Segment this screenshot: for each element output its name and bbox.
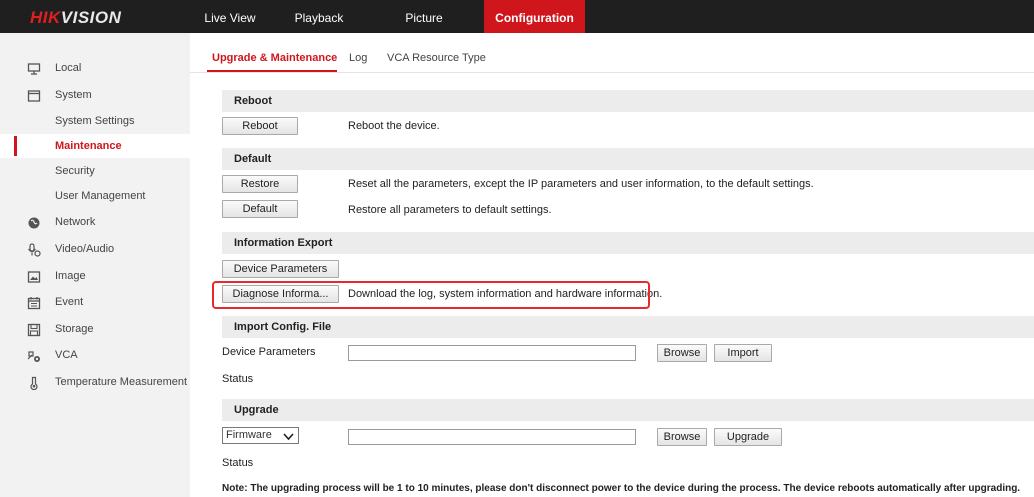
sidebar-item-maintenance[interactable]: Maintenance [0,134,190,158]
nav-picture[interactable]: Picture [395,0,453,33]
vca-icon [27,348,41,362]
import-browse-button[interactable]: Browse [657,344,707,362]
import-file-path-input[interactable] [348,345,636,361]
sidebar-item-label: System [55,89,92,101]
microphone-icon [27,242,41,257]
restore-button[interactable]: Restore [222,175,298,193]
sidebar-item-temperature-measurement[interactable]: Temperature Measurement [0,370,190,394]
upgrade-browse-button[interactable]: Browse [657,428,707,446]
upgrade-section-header: Upgrade [222,399,1034,421]
sidebar-item-label: Image [55,270,86,282]
default-button[interactable]: Default [222,200,298,218]
sidebar-item-label: System Settings [55,115,135,127]
sidebar-item-security[interactable]: Security [0,159,190,183]
hikvision-logo: HIKVISION [30,8,121,28]
sidebar-item-label: Temperature Measurement [55,376,188,388]
top-navigation-bar: HIKVISION Live View Playback Picture Con… [0,0,1034,33]
upgrade-button[interactable]: Upgrade [714,428,782,446]
sidebar-item-video-audio[interactable]: Video/Audio [0,237,190,261]
sidebar-item-user-management[interactable]: User Management [0,184,190,208]
nav-playback[interactable]: Playback [288,0,350,33]
sidebar-item-label: Storage [55,323,94,335]
default-section-header: Default [222,148,1034,170]
sidebar-item-label: VCA [55,349,78,361]
sidebar-item-storage[interactable]: Storage [0,317,190,341]
sidebar-item-system[interactable]: System [0,83,190,107]
import-config-section-header: Import Config. File [222,316,1034,338]
tab-vca-resource-type[interactable]: VCA Resource Type [387,52,486,64]
logo-hik-text: HIK [30,8,61,27]
tab-upgrade-maintenance[interactable]: Upgrade & Maintenance [212,52,337,64]
information-export-section-header: Information Export [222,232,1034,254]
sidebar-item-label: Video/Audio [55,243,115,255]
import-button[interactable]: Import [714,344,772,362]
calendar-icon [27,295,41,310]
device-parameters-export-button[interactable]: Device Parameters [222,260,339,278]
sidebar-item-image[interactable]: Image [0,264,190,288]
upgrade-status-label: Status [222,457,254,469]
logo-vision-text: VISION [60,8,122,27]
import-status-label: Status [222,373,254,385]
sidebar: Local System System Settings Maintenance… [0,33,190,497]
upgrade-note: Note: The upgrading process will be 1 to… [222,483,1021,494]
tab-log[interactable]: Log [349,52,367,64]
floppy-icon [27,322,41,337]
sidebar-item-local[interactable]: Local [0,56,190,80]
globe-icon [27,215,41,229]
nav-configuration[interactable]: Configuration [484,0,585,33]
sidebar-item-vca[interactable]: VCA [0,343,190,367]
upgrade-file-path-input[interactable] [348,429,636,445]
sidebar-item-label: User Management [55,190,146,202]
thermometer-icon [27,375,41,391]
image-icon [27,269,41,283]
reboot-section-header: Reboot [222,90,1034,112]
sidebar-item-network[interactable]: Network [0,210,190,234]
reboot-button[interactable]: Reboot [222,117,298,135]
sidebar-item-label: Network [55,216,96,228]
sidebar-item-label: Maintenance [55,140,122,152]
window-icon [27,88,41,102]
upgrade-type-value: Firmware [226,429,272,441]
monitor-icon [27,61,41,75]
default-description: Restore all parameters to default settin… [348,204,552,216]
upgrade-type-select[interactable]: Firmware [222,427,299,444]
sidebar-item-label: Event [55,296,84,308]
restore-description: Reset all the parameters, except the IP … [348,178,814,190]
nav-live-view[interactable]: Live View [200,0,260,33]
sidebar-item-system-settings[interactable]: System Settings [0,109,190,133]
diagnose-highlight-box [212,281,650,309]
sidebar-item-event[interactable]: Event [0,290,190,314]
chevron-down-icon [283,431,294,441]
reboot-description: Reboot the device. [348,120,440,132]
sidebar-item-label: Security [55,165,95,177]
sidebar-item-label: Local [55,62,82,74]
tabs-divider [190,72,1034,73]
import-device-parameters-label: Device Parameters [222,346,316,358]
